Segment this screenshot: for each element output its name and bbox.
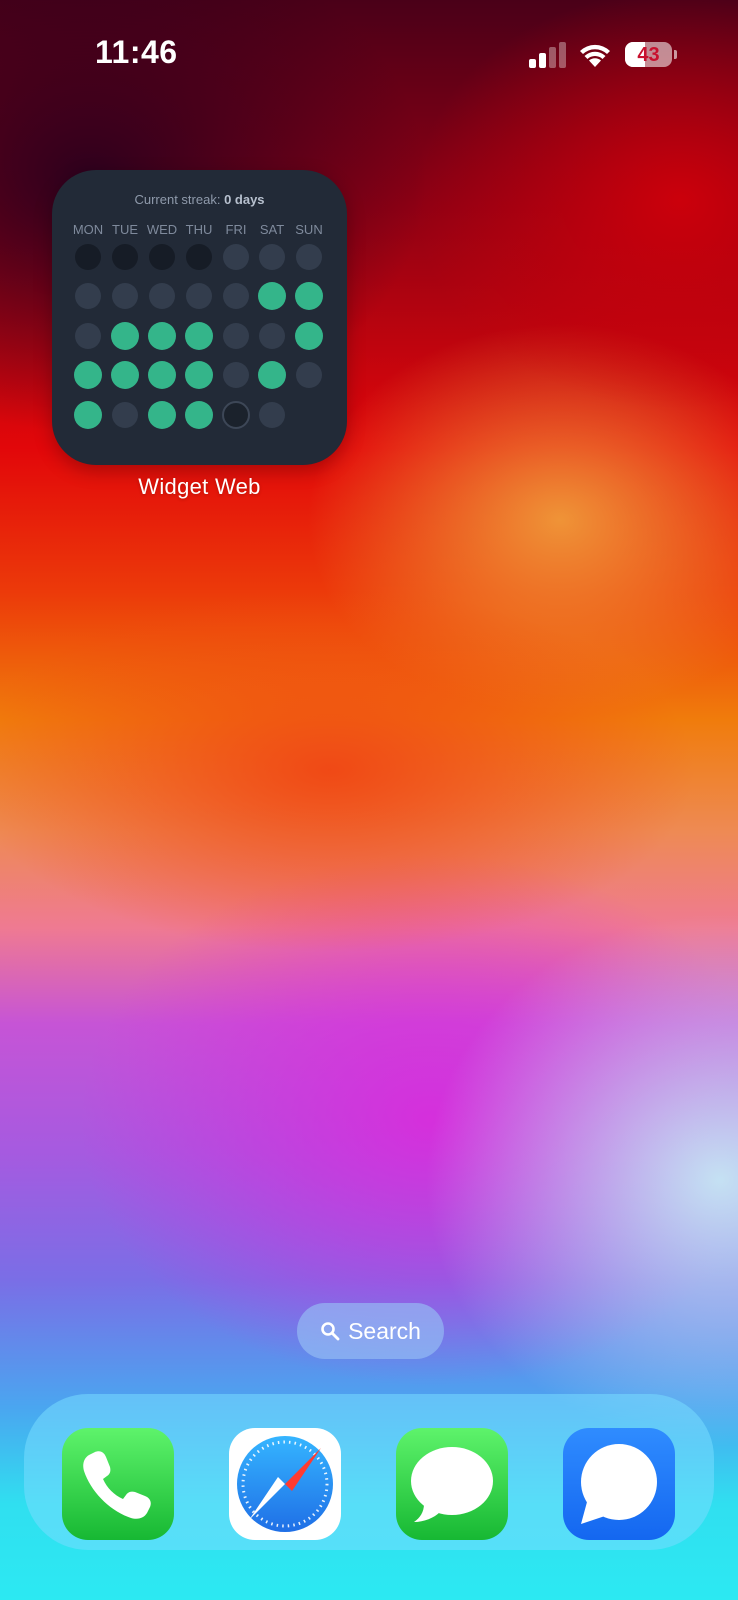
dock-app-safari[interactable]: [229, 1428, 341, 1540]
streak-day-dot: [149, 283, 175, 309]
streak-day-dot: [112, 244, 138, 270]
battery-percent: 43: [637, 44, 660, 66]
streak-day-dot: [259, 323, 285, 349]
streak-day-dot: [75, 283, 101, 309]
streak-day-dot: [185, 322, 213, 350]
messages-icon: [396, 1428, 508, 1540]
widget-caption: Widget Web: [138, 474, 261, 499]
battery-icon: 43: [625, 42, 672, 67]
phone-icon: [62, 1428, 174, 1540]
streak-day-dot: [148, 361, 176, 389]
weekday-label-fri: FRI: [225, 222, 247, 237]
streak-day-dot: [223, 323, 249, 349]
streak-text: Current streak: 0 days: [52, 192, 347, 207]
weekday-label-mon: MON: [72, 222, 104, 237]
streak-day-dot: [74, 361, 102, 389]
streak-day-dot: [258, 282, 286, 310]
weekday-label-thu: THU: [185, 222, 213, 237]
streak-day-dot: [259, 402, 285, 428]
streak-day-dot: [111, 361, 139, 389]
streak-day-dot: [295, 282, 323, 310]
streak-day-dot: [75, 244, 101, 270]
magnifier-icon: [321, 1322, 340, 1341]
streak-day-dot: [149, 244, 175, 270]
streak-day-dot: [185, 401, 213, 429]
streak-day-dot: [223, 362, 249, 388]
streak-day-dot: [259, 244, 285, 270]
dock-app-phone[interactable]: [62, 1428, 174, 1540]
streak-day-dot: [296, 362, 322, 388]
streak-day-dot: [111, 322, 139, 350]
dock-app-messages[interactable]: [396, 1428, 508, 1540]
weekday-label-sat: SAT: [259, 222, 285, 237]
streak-day-dot: [223, 283, 249, 309]
streak-widget[interactable]: Current streak: 0 days MON TUE WED THU FRI SA…: [52, 170, 347, 465]
streak-day-dot: [258, 361, 286, 389]
search-button[interactable]: Search: [297, 1303, 444, 1359]
chat-bubble-icon: [563, 1428, 675, 1540]
battery-tip: [674, 50, 677, 59]
streak-day-dot: [186, 244, 212, 270]
wifi-icon: [580, 44, 610, 67]
cellular-signal-icon: [529, 42, 566, 68]
streak-day-dot: [185, 361, 213, 389]
weekday-label-tue: TUE: [112, 222, 138, 237]
streak-label: Current streak:: [134, 192, 221, 207]
streak-value: 0 days: [224, 192, 265, 207]
weekday-header: MON TUE WED THU FRI SAT SUN: [52, 222, 347, 238]
streak-day-dot: [112, 402, 138, 428]
status-bar: 11:46 43: [0, 0, 738, 110]
streak-day-dot: [148, 322, 176, 350]
search-label: Search: [348, 1317, 421, 1344]
weekday-label-wed: WED: [146, 222, 178, 237]
streak-day-dot: [74, 401, 102, 429]
streak-day-dot: [296, 244, 322, 270]
streak-day-dot: [112, 283, 138, 309]
streak-day-dot: [186, 283, 212, 309]
safari-compass-icon: [229, 1428, 341, 1540]
dock-app-signal[interactable]: [563, 1428, 675, 1540]
streak-day-dot: [295, 322, 323, 350]
weekday-label-sun: SUN: [295, 222, 323, 237]
streak-day-dot: [223, 244, 249, 270]
streak-day-dot: [75, 323, 101, 349]
clock-time: 11:46: [95, 34, 178, 70]
streak-day-dot: [148, 401, 176, 429]
streak-day-dot: [222, 401, 250, 429]
